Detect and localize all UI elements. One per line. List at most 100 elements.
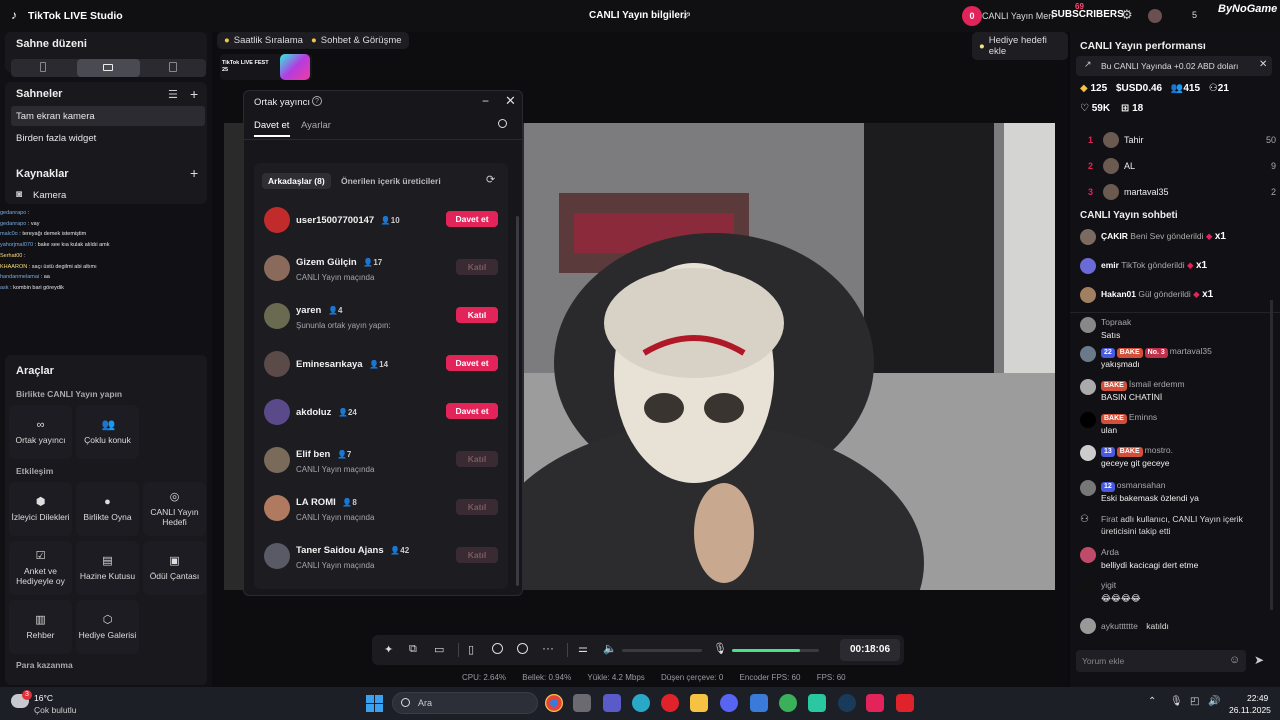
tool-treasure-box[interactable]: ▤ Hazine Kutusu [76,541,139,595]
user-action-button[interactable]: Katıl [456,547,498,563]
notification-badge[interactable]: 0 [962,6,982,26]
hourly-ranking-chip[interactable]: ● Saatlik Sıralama [217,32,310,49]
tab-settings[interactable]: Ayarlar [301,120,331,131]
discord-icon[interactable] [720,694,738,712]
user-name: yaren 👤4 [296,305,343,316]
scene-item-label: Tam ekran kamera [16,111,95,122]
user-action-button[interactable]: Katıl [456,259,498,275]
list-icon[interactable]: ☰ [168,88,178,101]
chat-scrollbar[interactable] [1270,300,1273,610]
file-manager-icon[interactable] [573,694,591,712]
add-source-icon[interactable]: + [190,165,198,181]
network-icon[interactable]: ◰ [1190,696,1199,707]
ranking-row[interactable]: 1 Tahir 50 [1070,132,1280,152]
right-panel: CANLI Yayın performansı ↗ Bu CANLI Yayın… [1070,32,1280,687]
record-icon[interactable] [492,643,503,654]
layout-icon[interactable]: ▭ [434,643,444,656]
teams-icon[interactable] [603,694,621,712]
gift-avatar [1080,287,1096,303]
user-badge: BAKE [1101,414,1127,424]
volume-icon[interactable]: 🔊 [1208,696,1220,707]
followers-icon: 👤 [369,360,380,369]
tool-poll[interactable]: ☑ Anket ve Hediyeyle oy [9,541,72,595]
tool-guide[interactable]: ▥ Rehber [9,600,72,654]
earnings-banner[interactable]: ↗ Bu CANLI Yayında +0.02 ABD doları ✕ [1076,56,1272,76]
magic-wand-icon[interactable]: ✦ [384,643,393,656]
search-placeholder: Ara [418,698,433,708]
settings-icon[interactable]: ⚙ [1121,7,1133,23]
tool-live-goal[interactable]: ◎ CANLI Yayın Hedefi [143,482,206,536]
tray-chevron-icon[interactable]: ⌃ [1148,696,1156,707]
scrollbar[interactable] [516,216,519,586]
user-action-button[interactable]: Katıl [456,499,498,515]
close-icon[interactable]: ✕ [505,93,516,109]
live-fest-banner[interactable]: TikTok LIVE FEST 25 [220,54,312,80]
speaker-volume-slider[interactable] [622,649,702,652]
comment-input[interactable]: Yorum ekle ☺ [1076,650,1246,672]
clock-time[interactable]: 22:49 [1247,693,1268,703]
coin-icon: ● [311,35,317,46]
tool-gift-gallery[interactable]: ⬡ Hediye Galerisi [76,600,139,654]
share-icon[interactable]: ⇗ [682,9,691,22]
folder-icon[interactable] [690,694,708,712]
app-icon[interactable] [808,694,826,712]
youtube-icon[interactable] [896,694,914,712]
user-avatar [264,255,290,281]
help-icon[interactable]: ? [312,96,322,106]
emoji-icon[interactable]: ☺ [1229,654,1240,666]
live-center-link[interactable]: CANLI Yayın Merkezi [982,11,1054,21]
start-icon[interactable] [366,695,383,712]
screenshot-icon[interactable] [517,643,528,654]
tool-cohost[interactable]: ∞ Ortak yayıncı [9,405,72,459]
minimize-icon[interactable]: − [482,94,489,108]
chrome-icon-2[interactable] [779,694,797,712]
mic-volume-track[interactable] [732,649,819,652]
tool-viewer-requests[interactable]: ⬢ İzleyici Dilekleri [9,482,72,536]
scene-item-label[interactable]: Birden fazla widget [16,133,96,144]
dual-layout-icon[interactable] [169,62,177,72]
edge-icon[interactable] [632,694,650,712]
chrome-icon[interactable] [545,694,563,712]
search-box[interactable]: Ara [392,692,538,714]
send-icon[interactable]: ➤ [1254,653,1264,667]
chat-meeting-chip[interactable]: ● Sohbet & Görüşme [304,32,409,49]
close-banner-icon[interactable]: ✕ [1259,59,1267,70]
speaker-icon[interactable]: 🔈 [603,642,617,655]
steam-icon[interactable] [838,694,856,712]
tray-mic-icon[interactable]: 🎙 [1170,696,1183,707]
user-count: 4 [337,306,343,315]
tab-invite[interactable]: Davet et [254,120,289,131]
user-action-button[interactable]: Katıl [456,307,498,323]
mixer-icon[interactable]: ⚌ [578,642,588,655]
ranking-row[interactable]: 3 martaval35 2 [1070,184,1280,204]
subtab-recommended[interactable]: Önerilen içerik üreticileri [341,176,441,186]
tiktok-studio-icon[interactable] [866,694,884,712]
gift-goal-button[interactable]: ● Hediye hedefi ekle [972,32,1068,60]
tool-multiguest[interactable]: 👥 Çoklu konuk [76,405,139,459]
clock-date[interactable]: 26.11.2025 [1229,705,1271,715]
scene-effects-icon[interactable]: ⧉ [409,643,417,656]
requests-icon: ⬢ [35,496,46,508]
phone-icon[interactable]: ▯ [468,643,474,656]
ranking-row[interactable]: 2 AL 9 [1070,158,1280,178]
mic-icon[interactable]: 🎙 [713,642,727,655]
refresh-icon[interactable]: ⟳ [486,173,495,186]
source-item-label[interactable]: Kamera [33,190,66,201]
user-action-button[interactable]: Davet et [446,211,498,227]
tool-play-together[interactable]: ● Birlikte Oyna [76,482,139,536]
tool-reward-bag[interactable]: ▣ Ödül Çantası [143,541,206,595]
add-scene-icon[interactable]: + [190,86,198,102]
portrait-layout-icon[interactable] [40,62,46,72]
user-action-button[interactable]: Davet et [446,355,498,371]
search-icon[interactable] [498,119,507,128]
window-title[interactable]: CANLI Yayın bilgileri [589,10,687,21]
opera-icon[interactable] [661,694,679,712]
mail-icon[interactable] [750,694,768,712]
user-action-button[interactable]: Katıl [456,451,498,467]
title-bar: ♪ TikTok LIVE Studio CANLI Yayın bilgile… [0,0,1280,32]
avatar[interactable] [1148,9,1162,23]
more-icon[interactable]: ··· [542,641,554,655]
stats-row: ◆ 125 $USD0.46 👥415 ⚇21 [1080,83,1275,94]
subtab-friends[interactable]: Arkadaşlar (8) [262,173,331,189]
user-action-button[interactable]: Davet et [446,403,498,419]
